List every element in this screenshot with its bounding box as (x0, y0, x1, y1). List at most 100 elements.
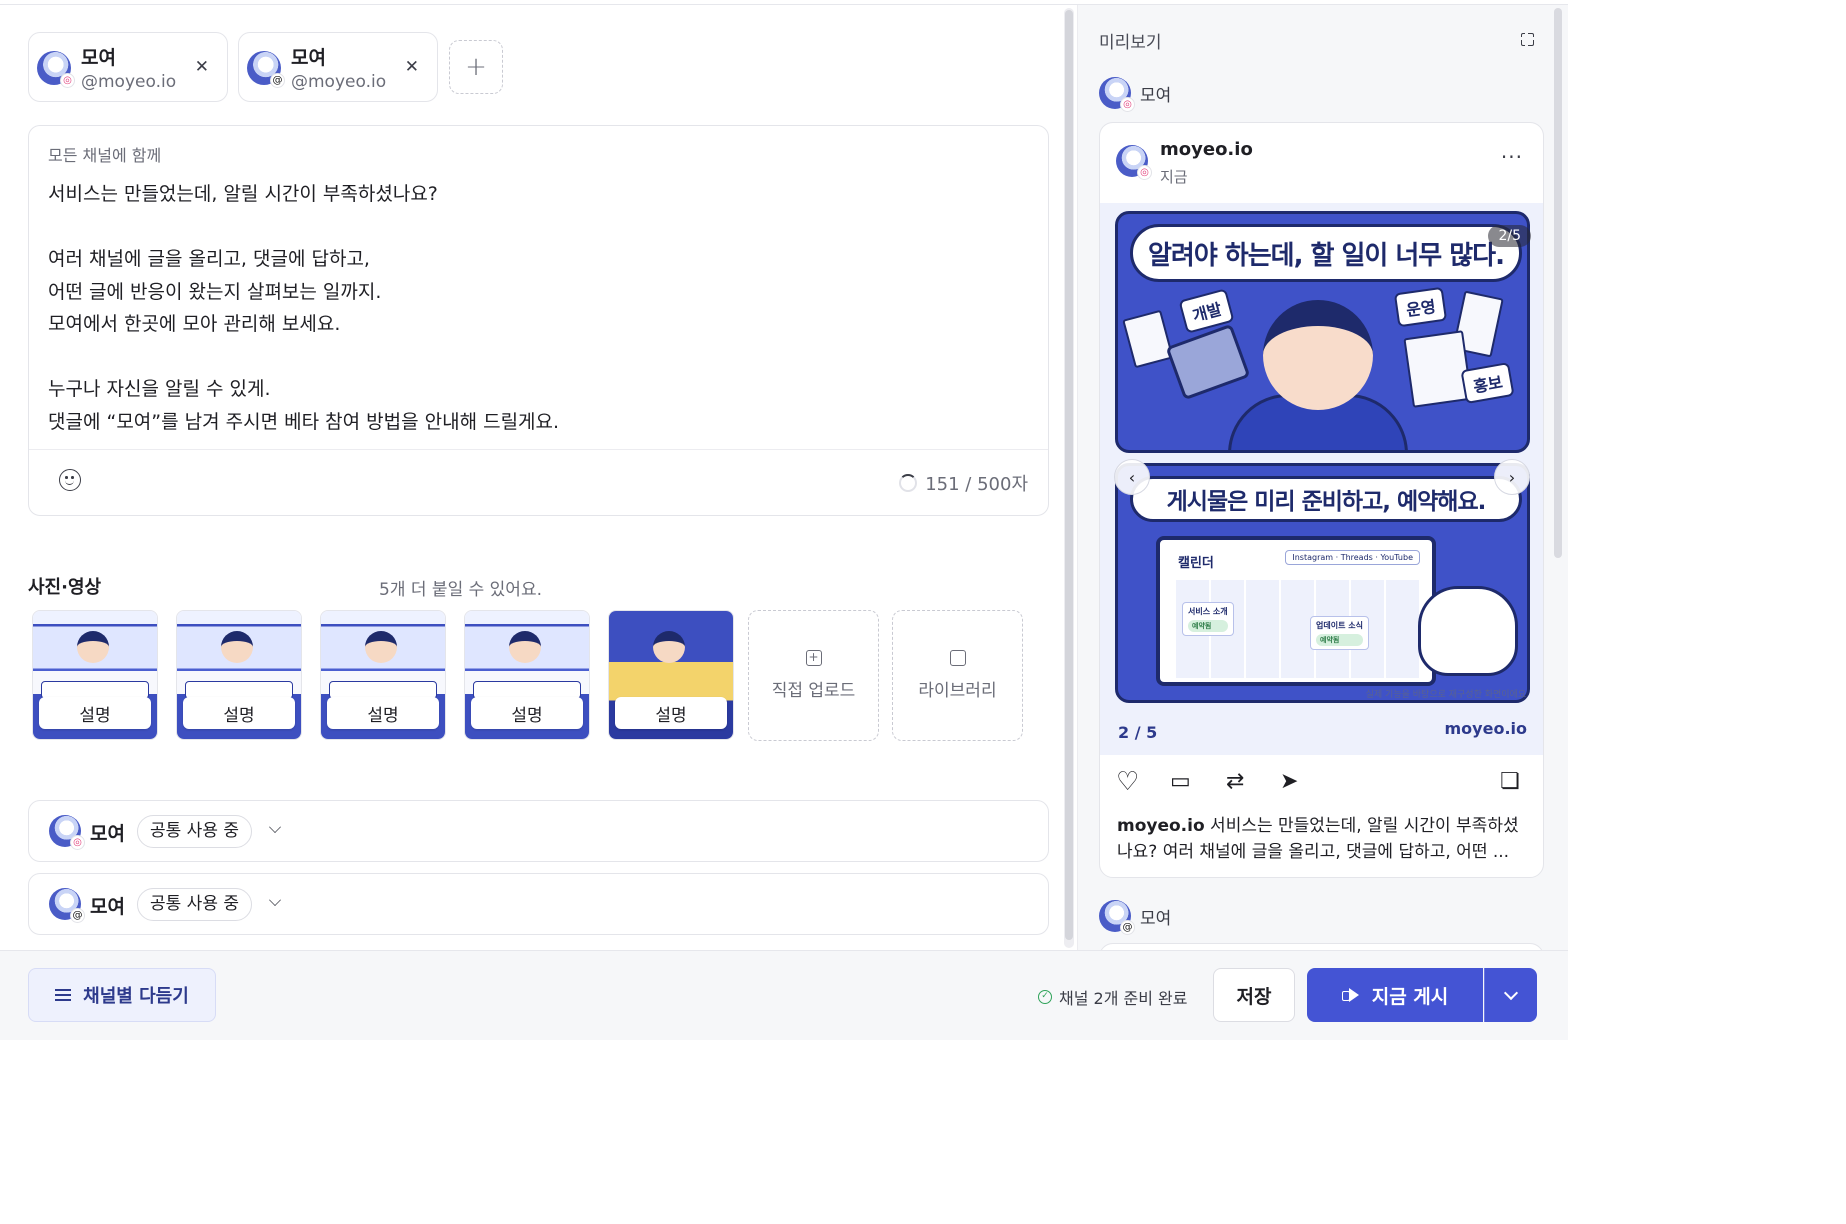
instagram-icon: ◎ (60, 73, 75, 88)
close-icon[interactable]: ✕ (405, 57, 419, 77)
threads-icon: @ (270, 73, 285, 88)
image-headline-bottom: 게시물은 미리 준비하고, 예약해요. (1130, 476, 1522, 522)
threads-icon: @ (1120, 920, 1135, 935)
instagram-post-preview: ◎ moyeo.io 지금 ··· 알려야 하는데, 할 일이 너무 많다. 개… (1099, 122, 1544, 878)
preview-account-name: 모여 (1140, 85, 1172, 106)
heart-icon[interactable]: ♡ (1116, 769, 1139, 795)
megaphone-icon (1341, 988, 1360, 1002)
post-now-button[interactable]: 지금 게시 (1307, 968, 1483, 1022)
avatar: @ (247, 51, 285, 88)
post-username: moyeo.io (1160, 139, 1253, 160)
description-button[interactable]: 설명 (39, 697, 151, 729)
sliders-icon (55, 988, 72, 1002)
channel-name: 모여 (90, 823, 125, 845)
send-icon[interactable]: ➤ (1280, 769, 1298, 795)
post-time: 지금 (1160, 168, 1188, 186)
calendar-event: 서비스 소개 예약됨 (1182, 602, 1234, 636)
save-button[interactable]: 저장 (1213, 968, 1295, 1022)
divider (29, 449, 1048, 450)
preview-title: 미리보기 (1099, 33, 1162, 53)
account-name: 모여 (81, 47, 116, 69)
instagram-icon: ◎ (1120, 97, 1135, 112)
avatar: ◎ (49, 815, 85, 850)
post-editor[interactable]: 모든 채널에 함께 서비스는 만들었는데, 알릴 시간이 부족하셨나요? 여러 … (28, 125, 1049, 516)
upload-button[interactable]: + 직접 업로드 (748, 610, 879, 741)
media-thumbnail[interactable]: 설명 (176, 610, 302, 740)
instagram-icon: ◎ (70, 835, 85, 850)
threads-icon: @ (70, 908, 85, 923)
post-caption: moyeo.io 서비스는 만들었는데, 알릴 시간이 부족하셨나요? 여러 채… (1117, 813, 1532, 865)
editor-label: 모든 채널에 함께 (48, 146, 162, 165)
caption-username: moyeo.io (1117, 816, 1205, 836)
character-face (1263, 300, 1373, 410)
chevron-right-icon[interactable]: › (1494, 459, 1530, 495)
chevron-down-icon (1503, 985, 1519, 1000)
avatar: @ (49, 888, 85, 923)
ready-status: ✓ 채널 2개 준비 완료 (1038, 985, 1187, 1009)
status-badge: 공통 사용 중 (137, 815, 253, 848)
calendar-title: 캘린더 (1178, 556, 1214, 571)
threads-post-preview (1099, 943, 1544, 950)
avatar: @ (1099, 900, 1135, 935)
slide-counter-badge: 2/5 (1488, 225, 1531, 247)
char-counter: 151 / 500자 (899, 470, 1028, 496)
media-thumbnail[interactable]: 설명 (32, 610, 158, 740)
tag-promo: 홍보 (1460, 361, 1516, 405)
account-handle: @moyeo.io (81, 72, 177, 92)
preview-panel: 미리보기 ◎ 모여 ◎ moyeo.io 지금 ··· 알려야 하는데, 할 일… (1077, 5, 1568, 950)
composer-scrollbar-thumb[interactable] (1065, 10, 1073, 940)
per-channel-edit-button[interactable]: 채널별 다듬기 (28, 968, 216, 1022)
avatar: ◎ (1099, 77, 1135, 112)
description-button[interactable]: 설명 (183, 697, 295, 729)
account-name: 모여 (291, 47, 326, 69)
account-chip-threads[interactable]: @ 모여 @moyeo.io ✕ (238, 32, 438, 102)
tag-ops: 운영 (1393, 286, 1448, 328)
calendar-select: Instagram · Threads · YouTube (1285, 550, 1420, 565)
description-button[interactable]: 설명 (471, 697, 583, 729)
library-button[interactable]: 라이브러리 (892, 610, 1023, 741)
media-hint: 5개 더 붙일 수 있어요. (379, 580, 542, 600)
media-thumbnail[interactable]: 설명 (464, 610, 590, 740)
ready-text: 채널 2개 준비 완료 (1059, 989, 1188, 1008)
action-footer: 채널별 다듬기 ✓ 채널 2개 준비 완료 저장 지금 게시 (0, 950, 1568, 1040)
post-options-dropdown[interactable] (1484, 968, 1537, 1022)
close-icon[interactable]: ✕ (195, 57, 209, 77)
repost-icon[interactable]: ⇄ (1226, 769, 1244, 795)
avatar: ◎ (1116, 145, 1152, 180)
illustration-panel-top: 알려야 하는데, 할 일이 너무 많다. 개발 운영 홍보 (1115, 211, 1530, 453)
composer-panel: ◎ 모여 @moyeo.io ✕ @ 모여 @moyeo.io ✕ + 모든 채… (0, 5, 1062, 950)
per-channel-edit-label: 채널별 다듬기 (83, 986, 189, 1007)
channel-row-threads[interactable]: @ 모여 공통 사용 중 (28, 873, 1049, 935)
post-image-carousel: 알려야 하는데, 할 일이 너무 많다. 개발 운영 홍보 2/5 게시물은 미… (1100, 203, 1543, 755)
account-chip-instagram[interactable]: ◎ 모여 @moyeo.io ✕ (28, 32, 228, 102)
add-image-icon: + (805, 650, 822, 666)
channel-name: 모여 (90, 896, 125, 918)
image-headline-top: 알려야 하는데, 할 일이 너무 많다. (1130, 224, 1522, 282)
char-count-text: 151 / 500자 (925, 474, 1028, 495)
more-icon[interactable]: ··· (1501, 145, 1523, 169)
post-textarea[interactable]: 서비스는 만들었는데, 알릴 시간이 부족하셨나요? 여러 채널에 글을 올리고… (48, 178, 1028, 438)
bookmark-icon[interactable]: ❏ (1500, 769, 1520, 795)
chevron-down-icon[interactable] (269, 821, 281, 833)
post-actions: ♡ ▭ ⇄ ➤ ❏ (1116, 769, 1529, 799)
illustration-panel-bottom: 게시물은 미리 준비하고, 예약해요. 캘린더 Instagram · Thre… (1115, 463, 1530, 703)
media-thumbnail[interactable]: 설명 (320, 610, 446, 740)
brand-logo: moyeo.io (1444, 719, 1528, 738)
calendar-event: 업데이트 소식 예약됨 (1310, 616, 1369, 650)
description-button[interactable]: 설명 (615, 697, 727, 729)
chevron-left-icon[interactable]: ‹ (1114, 459, 1150, 495)
laptop-illustration (1165, 323, 1251, 401)
media-thumbnail[interactable]: 설명 (608, 610, 734, 740)
status-badge: 공통 사용 중 (137, 888, 253, 921)
comment-icon[interactable]: ▭ (1170, 769, 1191, 795)
library-label: 라이브러리 (918, 681, 997, 701)
smile-icon[interactable] (59, 469, 81, 491)
channel-row-instagram[interactable]: ◎ 모여 공통 사용 중 (28, 800, 1049, 862)
preview-scrollbar-thumb[interactable] (1554, 8, 1562, 558)
check-circle-icon: ✓ (1038, 990, 1052, 1004)
add-account-button[interactable]: + (449, 40, 503, 94)
preview-account: ◎ 모여 (1099, 77, 1172, 112)
chevron-down-icon[interactable] (269, 894, 281, 906)
description-button[interactable]: 설명 (327, 697, 439, 729)
expand-icon[interactable] (1519, 31, 1536, 48)
